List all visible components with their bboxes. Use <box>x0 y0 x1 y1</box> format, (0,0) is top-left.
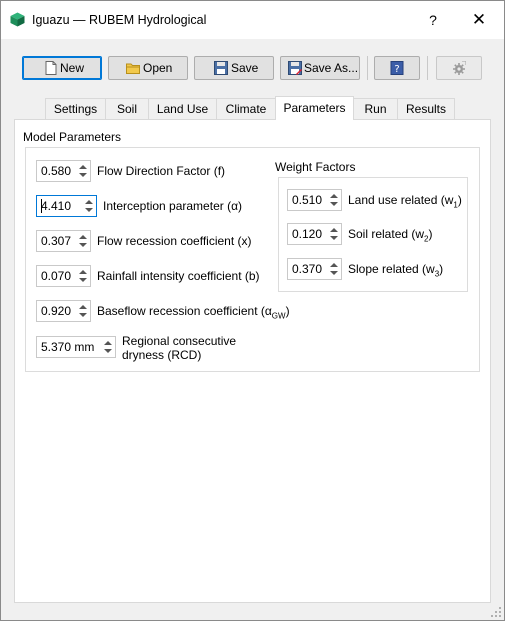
baseflow-recession-label: Baseflow recession coefficient (αGW) <box>97 304 290 323</box>
new-file-icon <box>45 61 57 75</box>
soil-weight-suffix: ) <box>428 227 433 241</box>
open-button-label: Open <box>143 61 173 75</box>
spinbox-value: 0.920 <box>41 304 72 318</box>
soil-weight-text: Soil related (w <box>348 227 425 241</box>
tab-parameters[interactable]: Parameters <box>275 96 354 120</box>
spin-down-icon[interactable] <box>330 236 338 240</box>
baseflow-label-suffix: ) <box>285 304 290 318</box>
spin-down-icon[interactable] <box>104 349 112 353</box>
window-title: Iguazu — RUBEM Hydrological <box>32 13 207 27</box>
land-use-weight-label: Land use related (w1) <box>348 193 462 212</box>
spin-up-icon[interactable] <box>104 341 112 345</box>
spin-up-icon[interactable] <box>330 263 338 267</box>
svg-text:?: ? <box>394 64 399 75</box>
flow-recession-label: Flow recession coefficient (x) <box>97 234 252 248</box>
open-folder-icon <box>126 63 140 74</box>
land-use-weight-spinbox[interactable]: 0.510 <box>287 189 342 211</box>
land-use-weight-suffix: ) <box>457 193 462 207</box>
rcd-spinbox[interactable]: 5.370 mm <box>36 336 116 358</box>
spinbox-value: 0.370 <box>292 262 323 276</box>
new-button[interactable]: New <box>22 56 102 80</box>
tab-climate[interactable]: Climate <box>216 98 276 119</box>
soil-weight-spinbox[interactable]: 0.120 <box>287 223 342 245</box>
tab-land-use[interactable]: Land Use <box>148 98 217 119</box>
slope-weight-suffix: ) <box>439 262 444 276</box>
tab-run[interactable]: Run <box>353 98 398 119</box>
slope-weight-label: Slope related (w3) <box>348 262 443 281</box>
flow-direction-label: Flow Direction Factor (f) <box>97 164 226 178</box>
save-button-label: Save <box>231 61 259 75</box>
run-button[interactable] <box>436 56 482 80</box>
toolbar-separator <box>427 56 428 80</box>
spinbox-value: 0.120 <box>292 227 323 241</box>
rcd-label-line1: Regional consecutive <box>122 334 237 348</box>
spin-up-icon[interactable] <box>79 165 87 169</box>
land-use-weight-text: Land use related (w <box>348 193 454 207</box>
spin-up-icon[interactable] <box>330 228 338 232</box>
tab-settings[interactable]: Settings <box>45 98 106 119</box>
save-as-button-label: Save As... <box>304 61 359 75</box>
slope-weight-spinbox[interactable]: 0.370 <box>287 258 342 280</box>
spinbox-value: 0.070 <box>41 269 72 283</box>
parameters-panel: Model Parameters 0.580 Flow Direction Fa… <box>14 119 491 603</box>
spinbox-value: 4.410 <box>41 199 72 213</box>
save-as-disk-icon <box>288 61 302 75</box>
spin-up-icon[interactable] <box>79 235 87 239</box>
spin-down-icon[interactable] <box>330 202 338 206</box>
baseflow-label-text: Baseflow recession coefficient (α <box>97 304 272 318</box>
weight-factors-title: Weight Factors <box>275 160 356 174</box>
spin-up-icon[interactable] <box>79 270 87 274</box>
resize-grip-icon[interactable] <box>491 607 501 617</box>
spin-up-icon[interactable] <box>85 200 93 204</box>
save-button[interactable]: Save <box>194 56 274 80</box>
tab-results[interactable]: Results <box>397 98 455 119</box>
spin-up-icon[interactable] <box>330 194 338 198</box>
flow-recession-spinbox[interactable]: 0.307 <box>36 230 91 252</box>
title-bar: Iguazu — RUBEM Hydrological ? ✕ <box>1 1 504 39</box>
spin-down-icon[interactable] <box>79 173 87 177</box>
baseflow-subscript: GW <box>271 311 286 321</box>
rainfall-intensity-spinbox[interactable]: 0.070 <box>36 265 91 287</box>
open-button[interactable]: Open <box>108 56 188 80</box>
save-as-button[interactable]: Save As... <box>280 56 360 80</box>
slope-weight-text: Slope related (w <box>348 262 435 276</box>
spinbox-value: 0.307 <box>41 234 72 248</box>
main-window: Iguazu — RUBEM Hydrological ? ✕ New Open… <box>0 0 505 621</box>
new-button-label: New <box>60 61 85 75</box>
flow-direction-spinbox[interactable]: 0.580 <box>36 160 91 182</box>
baseflow-recession-spinbox[interactable]: 0.920 <box>36 300 91 322</box>
app-logo-icon <box>10 12 25 27</box>
spinbox-value: 0.580 <box>41 164 72 178</box>
spin-down-icon[interactable] <box>79 278 87 282</box>
spin-down-icon[interactable] <box>330 271 338 275</box>
spin-up-icon[interactable] <box>79 305 87 309</box>
close-button[interactable]: ✕ <box>463 7 495 33</box>
soil-weight-label: Soil related (w2) <box>348 227 432 246</box>
save-disk-icon <box>214 61 228 75</box>
rcd-label-line2: dryness (RCD) <box>122 348 202 362</box>
spinbox-value: 0.510 <box>292 193 323 207</box>
help-book-icon: ? <box>390 61 404 75</box>
toolbar-separator <box>367 56 368 80</box>
rainfall-intensity-label: Rainfall intensity coefficient (b) <box>97 269 260 283</box>
spin-down-icon[interactable] <box>85 208 93 212</box>
interception-label: Interception parameter (α) <box>103 199 242 213</box>
interception-spinbox[interactable]: 4.410 <box>36 195 97 217</box>
spin-down-icon[interactable] <box>79 243 87 247</box>
spinbox-value: 5.370 mm <box>41 340 95 354</box>
run-gear-icon <box>453 61 466 75</box>
help-book-button[interactable]: ? <box>374 56 420 80</box>
model-parameters-title: Model Parameters <box>23 130 122 144</box>
tab-soil[interactable]: Soil <box>105 98 149 119</box>
spin-down-icon[interactable] <box>79 313 87 317</box>
help-button[interactable]: ? <box>419 7 447 33</box>
